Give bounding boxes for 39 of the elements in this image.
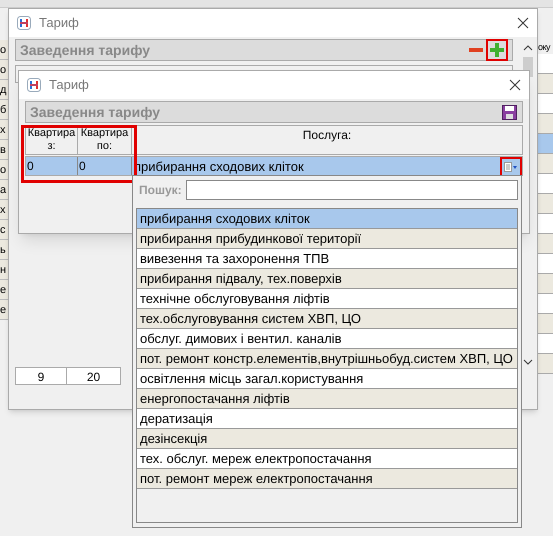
list-item[interactable]: обслуг. димових і вентил. каналів <box>137 329 517 349</box>
search-field[interactable] <box>186 180 518 200</box>
scroll-up-icon[interactable] <box>523 45 533 51</box>
list-item[interactable]: освітлення місць загал.користування <box>137 369 517 389</box>
list-item[interactable]: дератизація <box>137 409 517 429</box>
save-button[interactable] <box>500 103 518 121</box>
list-item[interactable]: прибирання прибудинкової території <box>137 229 517 249</box>
search-label: Пошук: <box>138 182 182 199</box>
panel-title: Заведення тарифу <box>30 102 162 122</box>
list-item[interactable]: тех. обслуг. мереж електропостачання <box>137 449 517 469</box>
table-cell-text: оку <box>538 41 552 54</box>
app-logo-icon <box>17 16 31 30</box>
window-title: Тариф <box>39 14 80 32</box>
list-dropdown-icon <box>504 162 518 172</box>
table-cell: 0 <box>26 157 78 175</box>
panel-title: Заведення тарифу <box>20 40 152 60</box>
table-cell-text: прибирання сходових кліток <box>133 158 305 175</box>
scroll-down-icon[interactable] <box>523 359 533 365</box>
list-item[interactable]: технічне обслуговування ліфтів <box>137 289 517 309</box>
list-item[interactable]: вивезення та захоронення ТПВ <box>137 249 517 269</box>
list-item[interactable]: прибирання підвалу, тех.поверхів <box>137 269 517 289</box>
list-item[interactable]: тех.обслуговування систем ХВП, ЦО <box>137 309 517 329</box>
window-title: Тариф <box>49 76 90 94</box>
plus-icon <box>490 43 504 57</box>
list-item[interactable]: прибирання сходових кліток <box>137 209 517 229</box>
add-button[interactable] <box>486 39 508 61</box>
list-item[interactable]: пот. ремонт мереж електропостачання <box>137 469 517 489</box>
minus-icon <box>469 48 483 52</box>
table-cell: 9 <box>16 368 67 384</box>
app-logo-icon <box>27 78 41 92</box>
table-cell-text: 20 <box>86 369 102 384</box>
list-item[interactable]: пот. ремонт констр.елементів,внутрішньобуд.систем ХВП, ЦО <box>137 349 517 369</box>
list-item[interactable]: дезінсекція <box>137 429 517 449</box>
table-cell: 0 <box>78 157 132 175</box>
list-item[interactable]: енергопостачання ліфтів <box>137 389 517 409</box>
table-row[interactable]: 0 0 прибирання сходових кліток <box>25 156 523 176</box>
close-icon[interactable] <box>509 79 521 91</box>
close-icon[interactable] <box>517 17 529 29</box>
column-header: Послуга: <box>302 127 352 144</box>
